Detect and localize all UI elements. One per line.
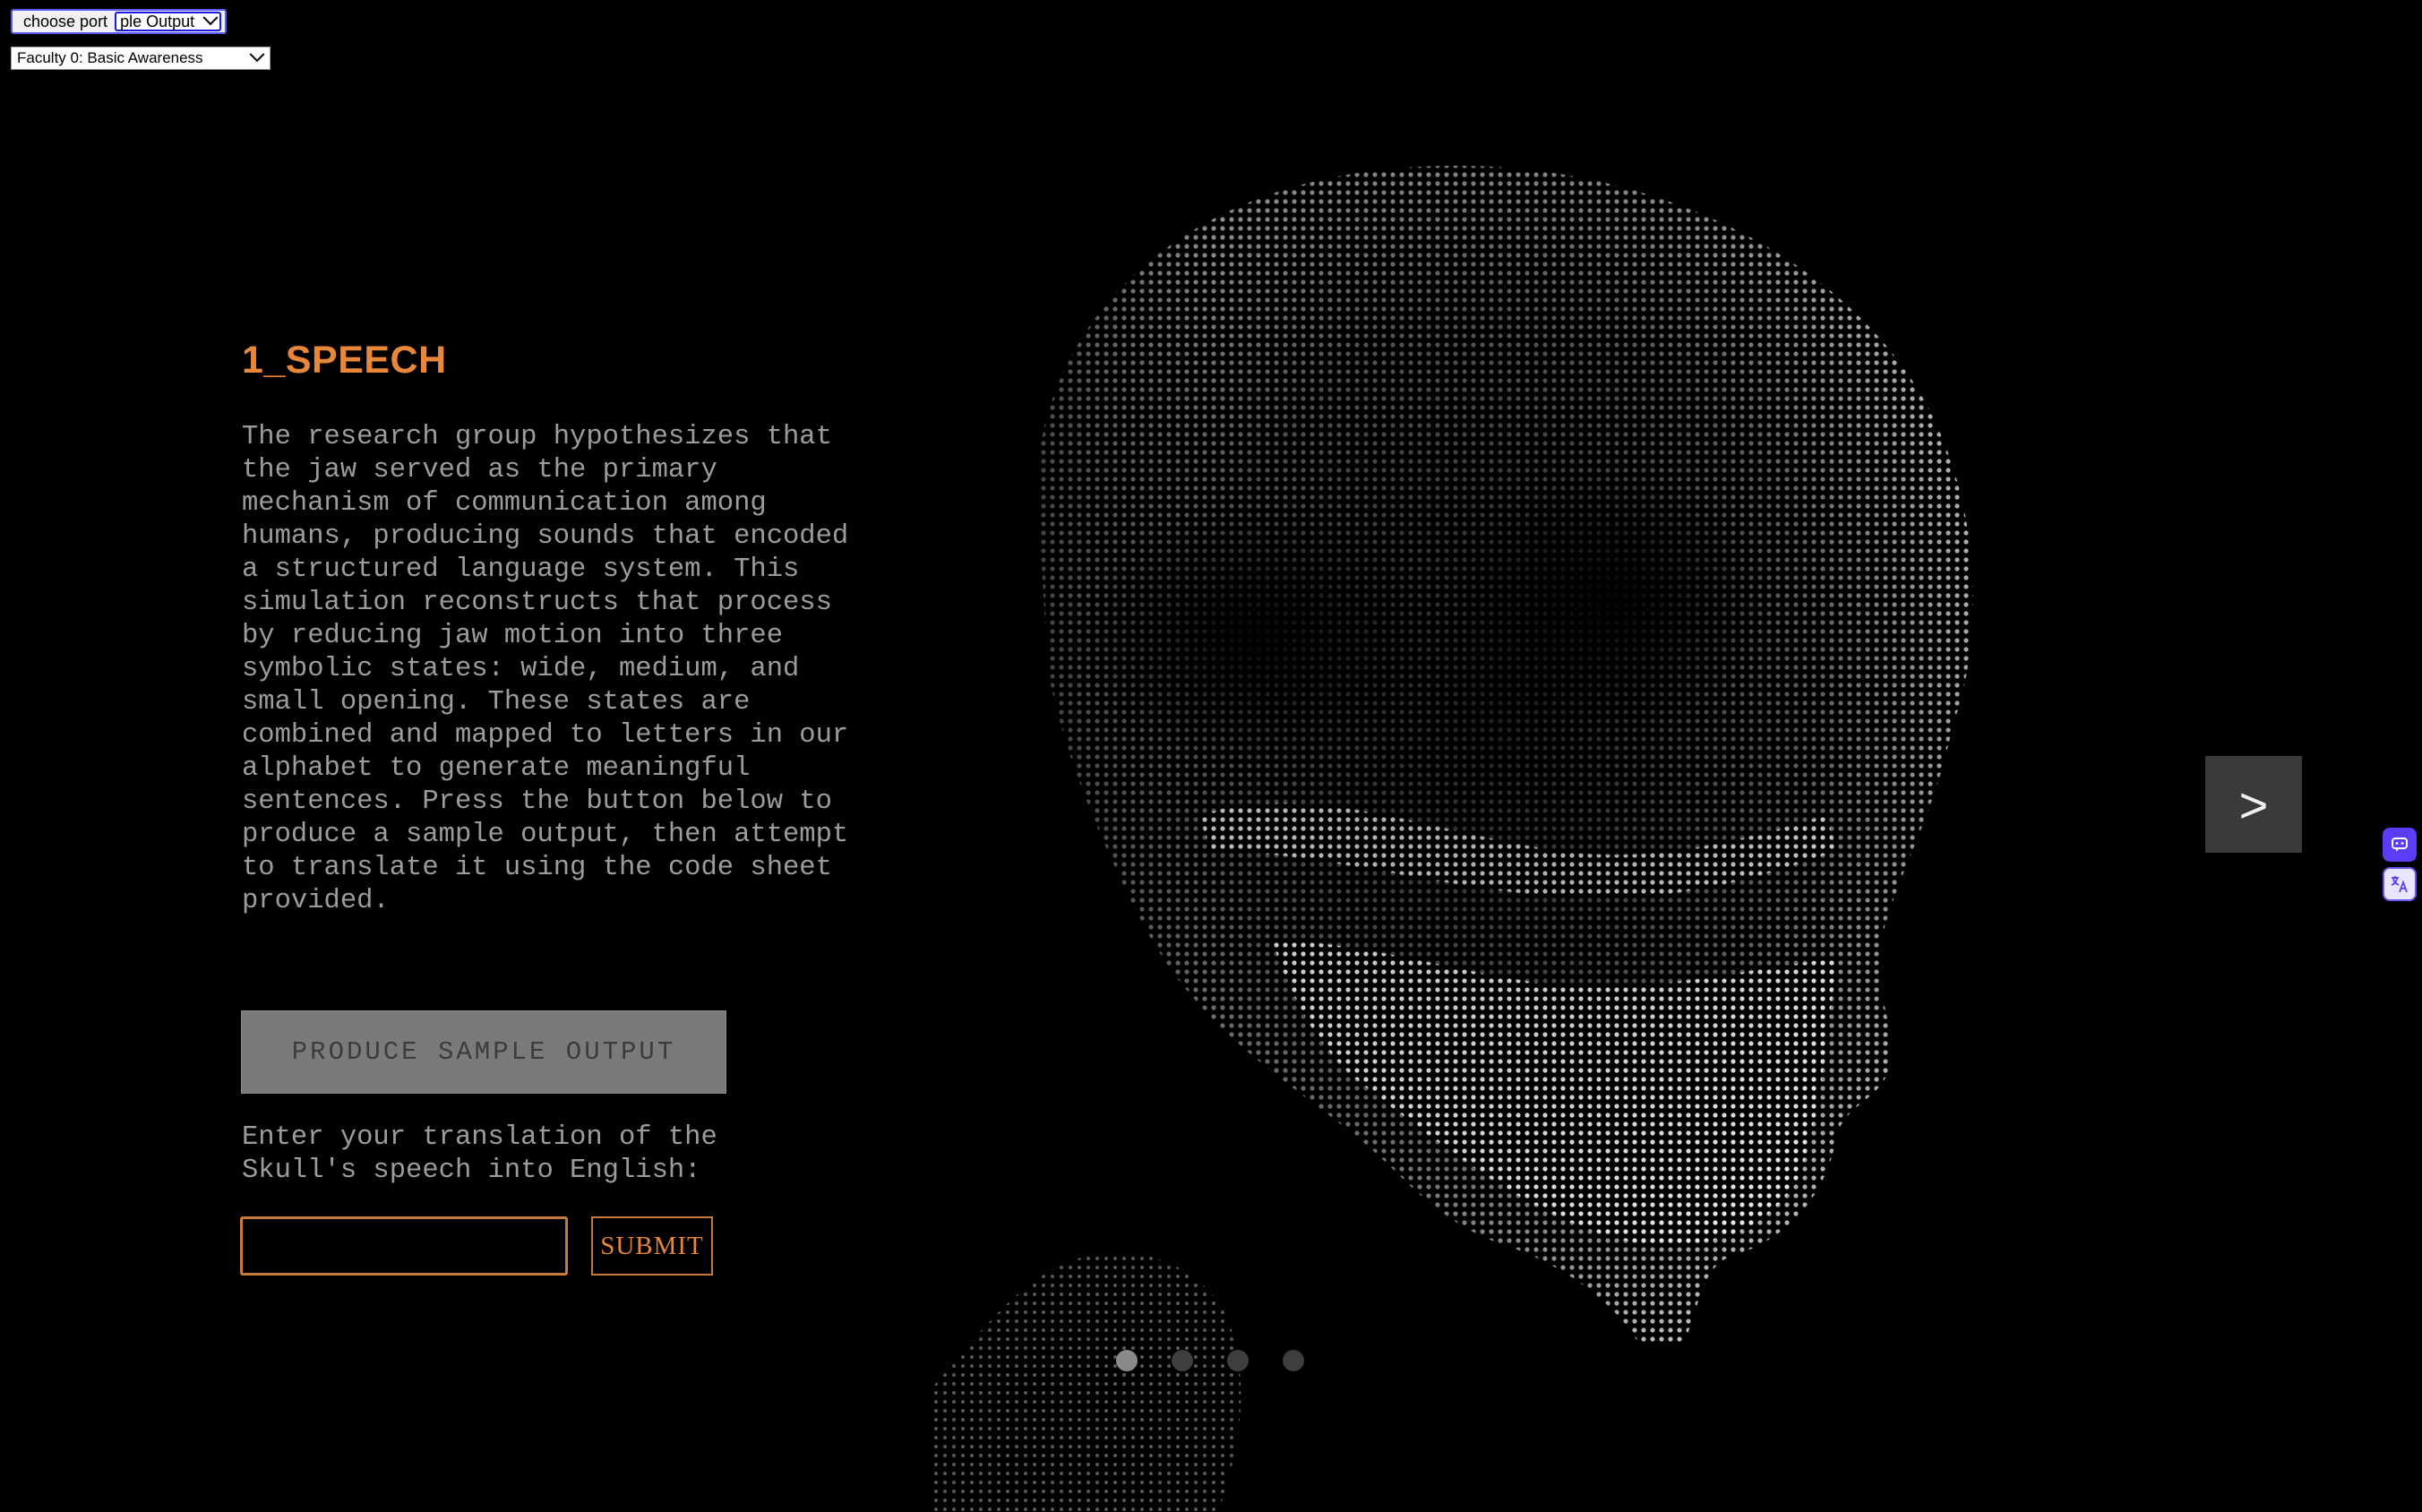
submit-button[interactable]: SUBMIT <box>591 1216 713 1276</box>
faculty-select[interactable]: Faculty 0: Basic Awareness <box>11 47 271 70</box>
produce-sample-output-button[interactable]: PRODUCE SAMPLE OUTPUT <box>241 1010 726 1094</box>
chevron-down-icon <box>249 47 265 63</box>
pagination-dot-3[interactable] <box>1227 1350 1249 1371</box>
section-description: The research group hypothesizes that the… <box>242 422 849 916</box>
translation-input[interactable] <box>240 1216 568 1276</box>
chevron-down-icon <box>202 10 219 26</box>
choose-port-button[interactable]: choose port <box>16 13 115 31</box>
extension-chat-icon[interactable] <box>2383 828 2417 862</box>
eye-socket-right <box>1451 466 1774 735</box>
pagination-dot-1[interactable] <box>1116 1350 1138 1371</box>
translation-prompt: Enter your translation of the Skull's sp… <box>242 1122 717 1186</box>
port-select-value: ple Output <box>120 12 195 30</box>
pagination-dot-4[interactable] <box>1283 1350 1304 1371</box>
page: choose port ple Output Faculty 0: Basic … <box>0 0 2422 1512</box>
section-title: 1_SPEECH <box>242 339 447 382</box>
skull-dot-image <box>932 134 2060 1512</box>
pagination-dot-2[interactable] <box>1172 1350 1193 1371</box>
translate-icon[interactable] <box>2383 867 2417 901</box>
next-slide-button[interactable]: > <box>2205 756 2302 853</box>
pagination-dots <box>1116 1350 1304 1371</box>
eye-socket-left <box>1075 502 1433 770</box>
port-chooser: choose port ple Output <box>11 9 228 34</box>
faculty-select-value: Faculty 0: Basic Awareness <box>17 49 203 66</box>
port-select[interactable]: ple Output <box>115 10 222 31</box>
